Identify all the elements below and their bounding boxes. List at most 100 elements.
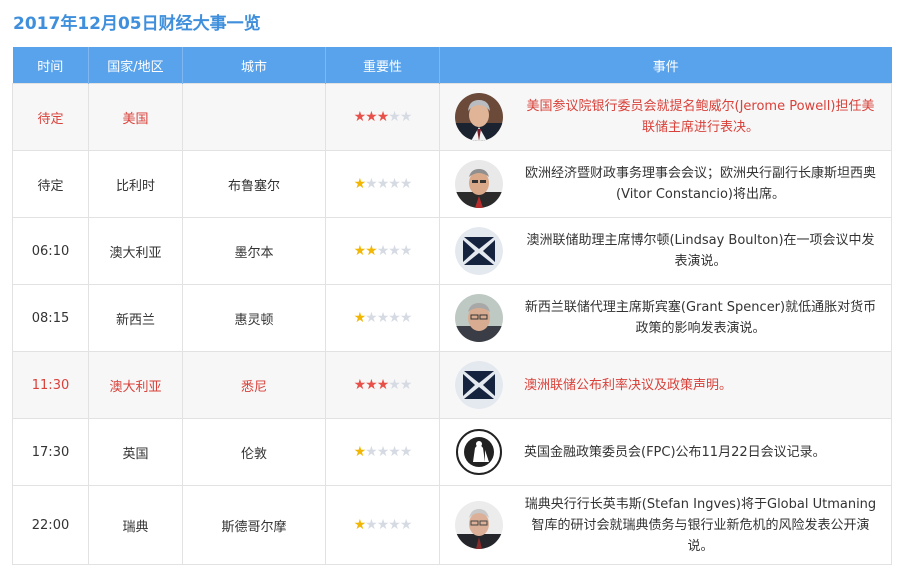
importance-rating: ★★★★★ — [353, 309, 413, 326]
importance-cell: ★★★★★ — [325, 418, 440, 486]
time-cell: 06:10 — [12, 217, 89, 285]
time-cell: 待定 — [12, 150, 89, 218]
event-description: 英国金融政策委员会(FPC)公布11月22日会议记录。 — [524, 444, 826, 460]
stefan-ingves-portrait-icon — [455, 501, 503, 549]
star-icon: ★ — [365, 108, 378, 125]
event-description: 美国参议院银行委员会就提名鲍威尔(Jerome Powell)担任美联储主席进行… — [526, 99, 875, 135]
table-row: 22:00 瑞典 斯德哥尔摩 ★★★★★ 瑞典央行行长英韦斯(Stefan Ingves… — [12, 485, 892, 565]
star-icon: ★ — [399, 516, 413, 533]
event-cell: 新西兰联储代理主席斯宾塞(Grant Spencer)就低通胀对货币政策的影响发… — [439, 284, 892, 352]
table-row: 08:15 新西兰 惠灵顿 ★★★★★ 新西兰联储代理主席斯宾塞(Grant Spenc… — [12, 284, 892, 352]
star-icon: ★ — [365, 516, 378, 533]
jerome-powell-portrait-icon — [455, 93, 503, 141]
star-icon: ★ — [388, 175, 401, 192]
event-cell: 英国金融政策委员会(FPC)公布11月22日会议记录。 — [439, 418, 892, 486]
star-icon: ★ — [353, 376, 367, 393]
table-row: 待定 比利时 布鲁塞尔 ★★★★★ 欧洲经济暨财政事务理事会会议；欧洲央行副行长康斯坦西… — [12, 150, 892, 218]
country-cell: 澳大利亚 — [88, 217, 183, 285]
star-icon: ★ — [353, 443, 367, 460]
country-cell: 美国 — [88, 83, 183, 151]
star-icon: ★ — [365, 175, 378, 192]
city-cell — [182, 83, 326, 151]
event-description: 澳洲联储助理主席博尔顿(Lindsay Boulton)在一项会议中发表演说。 — [526, 233, 875, 269]
events-table: 时间 国家/地区 城市 重要性 事件 待定 美国 ★★★★★ 美国参议院银行委员会就提… — [12, 47, 892, 565]
star-icon: ★ — [388, 376, 401, 393]
page-title: 2017年12月05日财经大事一览 — [13, 14, 261, 34]
importance-rating: ★★★★★ — [353, 175, 413, 192]
importance-rating: ★★★★★ — [353, 443, 413, 460]
event-cell: 澳洲联储公布利率决议及政策声明。 — [439, 351, 892, 419]
star-icon: ★ — [399, 309, 413, 326]
column-header-country: 国家/地区 — [88, 47, 183, 84]
star-icon: ★ — [388, 309, 401, 326]
vitor-constancio-portrait-icon — [455, 160, 503, 208]
importance-cell: ★★★★★ — [325, 351, 440, 419]
star-icon: ★ — [365, 443, 378, 460]
city-cell: 悉尼 — [182, 351, 326, 419]
star-icon: ★ — [399, 443, 413, 460]
star-icon: ★ — [365, 376, 378, 393]
boe-britannia-logo-icon — [455, 428, 503, 476]
star-icon: ★ — [376, 516, 390, 533]
star-icon: ★ — [353, 309, 367, 326]
event-cell: 美国参议院银行委员会就提名鲍威尔(Jerome Powell)担任美联储主席进行… — [439, 83, 892, 151]
country-cell: 澳大利亚 — [88, 351, 183, 419]
star-icon: ★ — [365, 242, 378, 259]
city-cell: 斯德哥尔摩 — [182, 485, 326, 565]
table-row: 06:10 澳大利亚 墨尔本 ★★★★★ 澳洲联储助理主席博尔顿(Lindsay Bou… — [12, 217, 892, 285]
importance-rating: ★★★★★ — [353, 376, 413, 393]
star-icon: ★ — [376, 242, 390, 259]
event-description: 瑞典央行行长英韦斯(Stefan Ingves)将于Global Utmanin… — [524, 496, 877, 554]
city-cell: 墨尔本 — [182, 217, 326, 285]
star-icon: ★ — [376, 309, 390, 326]
star-icon: ★ — [376, 443, 390, 460]
event-description: 新西兰联储代理主席斯宾塞(Grant Spencer)就低通胀对货币政策的影响发… — [524, 300, 877, 336]
time-cell: 22:00 — [12, 485, 89, 565]
star-icon: ★ — [388, 443, 401, 460]
time-cell: 08:15 — [12, 284, 89, 352]
table-row: 17:30 英国 伦敦 ★★★★★ 英国金融政策委员会(FPC)公布11月22日会议记录… — [12, 418, 892, 486]
city-cell: 伦敦 — [182, 418, 326, 486]
city-cell: 布鲁塞尔 — [182, 150, 326, 218]
star-icon: ★ — [388, 516, 401, 533]
time-cell: 17:30 — [12, 418, 89, 486]
star-icon: ★ — [399, 175, 413, 192]
column-header-city: 城市 — [182, 47, 326, 84]
importance-rating: ★★★★★ — [353, 108, 413, 125]
table-row: 11:30 澳大利亚 悉尼 ★★★★★ 澳洲联储公布利率决议及政策声明。 — [12, 351, 892, 419]
country-cell: 比利时 — [88, 150, 183, 218]
star-icon: ★ — [388, 242, 401, 259]
star-icon: ★ — [399, 242, 413, 259]
city-cell: 惠灵顿 — [182, 284, 326, 352]
country-cell: 新西兰 — [88, 284, 183, 352]
star-icon: ★ — [353, 108, 367, 125]
importance-cell: ★★★★★ — [325, 83, 440, 151]
star-icon: ★ — [376, 376, 390, 393]
rba-logo-icon — [455, 361, 503, 409]
importance-rating: ★★★★★ — [353, 516, 413, 533]
star-icon: ★ — [388, 108, 401, 125]
column-header-time: 时间 — [12, 47, 89, 84]
star-icon: ★ — [376, 175, 390, 192]
importance-cell: ★★★★★ — [325, 150, 440, 218]
importance-cell: ★★★★★ — [325, 217, 440, 285]
time-cell: 待定 — [12, 83, 89, 151]
rba-logo-icon — [455, 227, 503, 275]
importance-cell: ★★★★★ — [325, 485, 440, 565]
event-description: 欧洲经济暨财政事务理事会会议；欧洲央行副行长康斯坦西奥(Vitor Consta… — [524, 166, 876, 202]
event-cell: 澳洲联储助理主席博尔顿(Lindsay Boulton)在一项会议中发表演说。 — [439, 217, 892, 285]
country-cell: 瑞典 — [88, 485, 183, 565]
grant-spencer-portrait-icon — [455, 294, 503, 342]
star-icon: ★ — [399, 376, 413, 393]
column-header-importance: 重要性 — [325, 47, 440, 84]
star-icon: ★ — [353, 175, 367, 192]
star-icon: ★ — [365, 309, 378, 326]
event-cell: 欧洲经济暨财政事务理事会会议；欧洲央行副行长康斯坦西奥(Vitor Consta… — [439, 150, 892, 218]
event-cell: 瑞典央行行长英韦斯(Stefan Ingves)将于Global Utmanin… — [439, 485, 892, 565]
table-row: 待定 美国 ★★★★★ 美国参议院银行委员会就提名鲍威尔(Jerome Powell)… — [12, 83, 892, 151]
importance-cell: ★★★★★ — [325, 284, 440, 352]
star-icon: ★ — [353, 242, 367, 259]
country-cell: 英国 — [88, 418, 183, 486]
star-icon: ★ — [353, 516, 367, 533]
star-icon: ★ — [376, 108, 390, 125]
